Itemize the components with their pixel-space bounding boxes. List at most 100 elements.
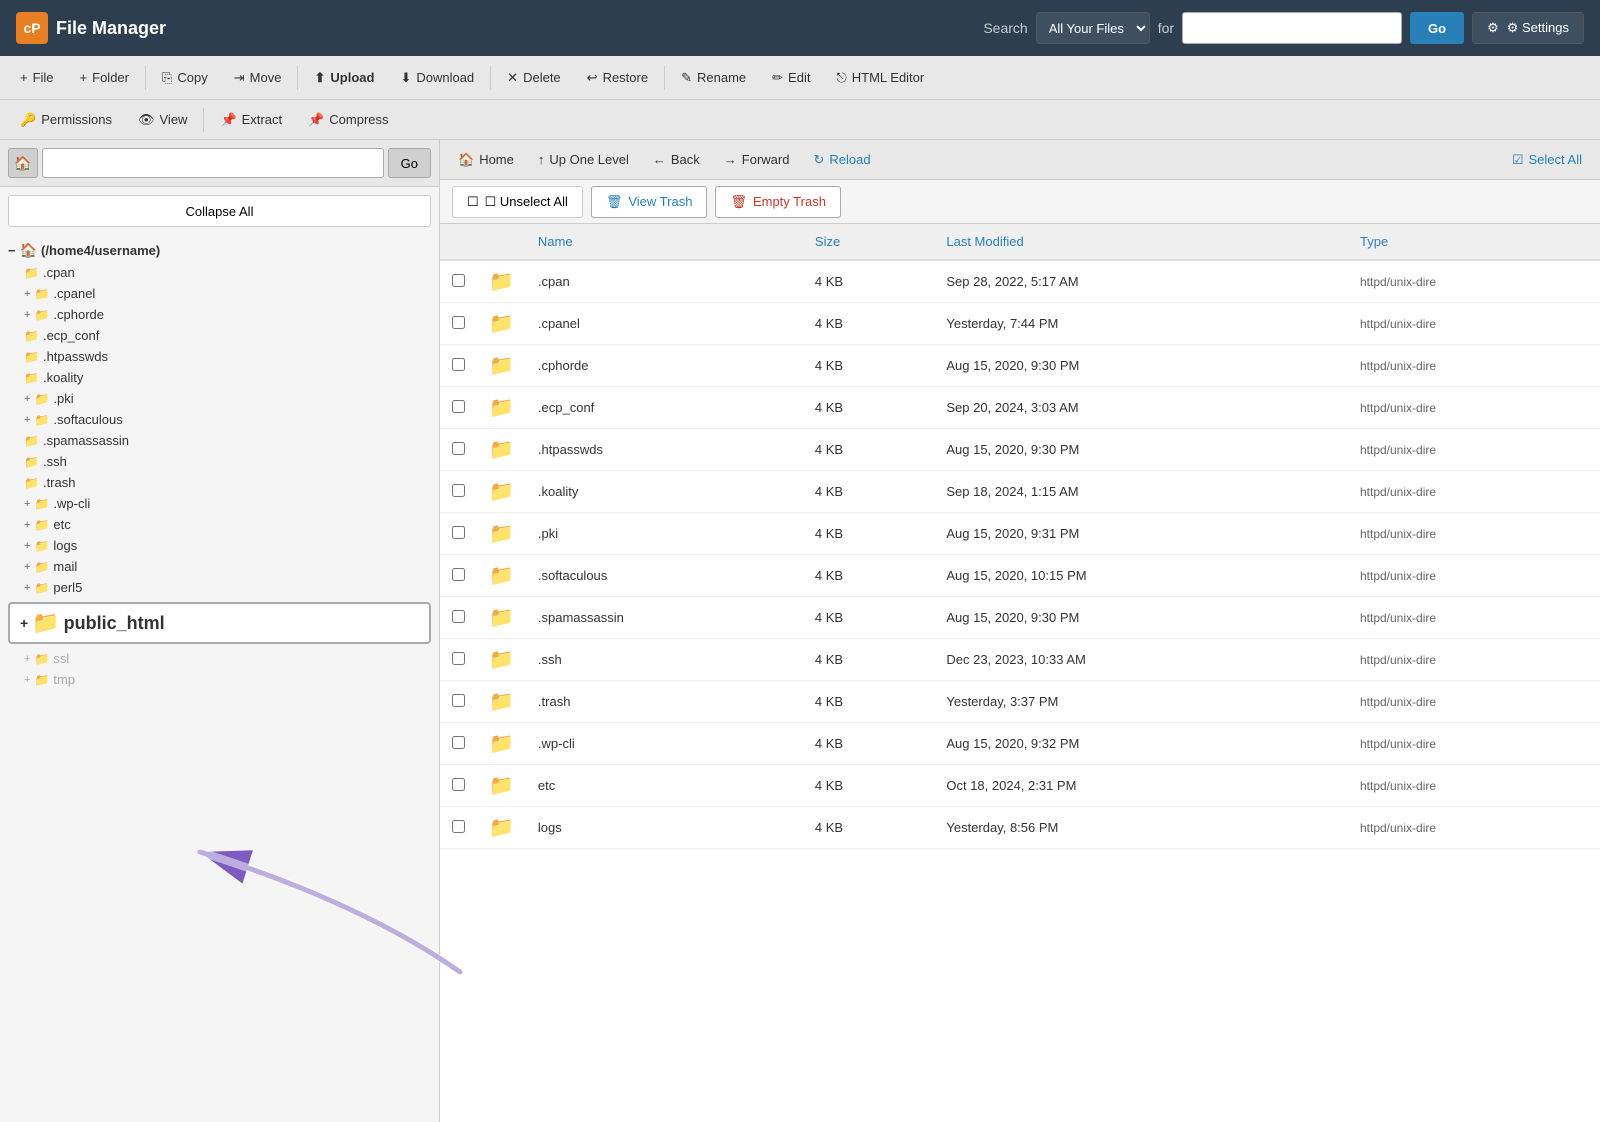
row-checkbox[interactable] [452, 736, 465, 749]
row-checkbox-cell[interactable] [440, 765, 477, 807]
row-name[interactable]: .trash [526, 681, 803, 723]
tree-item-cphorde[interactable]: + 📁 .cphorde [0, 304, 439, 325]
collapse-all-button[interactable]: Collapse All [8, 195, 431, 227]
row-checkbox-cell[interactable] [440, 260, 477, 303]
row-checkbox[interactable] [452, 820, 465, 833]
settings-button[interactable]: ⚙ ⚙ Settings [1472, 12, 1584, 44]
row-name[interactable]: .koality [526, 471, 803, 513]
home-button[interactable]: 🏠 Home [448, 145, 524, 175]
search-input[interactable] [1182, 12, 1402, 44]
row-checkbox-cell[interactable] [440, 639, 477, 681]
tree-item-trash[interactable]: 📁 .trash [0, 472, 439, 493]
view-trash-button[interactable]: 🗑 View Trash [591, 186, 708, 218]
search-go-button[interactable]: Go [1410, 12, 1464, 44]
row-checkbox-cell[interactable] [440, 471, 477, 513]
row-checkbox-cell[interactable] [440, 681, 477, 723]
rename-button[interactable]: ✎ Rename [669, 61, 758, 95]
row-checkbox[interactable] [452, 610, 465, 623]
view-button[interactable]: 👁 View [126, 103, 199, 137]
restore-button[interactable]: ↩ Restore [575, 61, 660, 95]
extract-button[interactable]: 📌 Extract [208, 103, 294, 137]
tree-item-spamassassin[interactable]: 📁 .spamassassin [0, 430, 439, 451]
table-row[interactable]: 📁 .koality 4 KB Sep 18, 2024, 1:15 AM ht… [440, 471, 1600, 513]
table-row[interactable]: 📁 .spamassassin 4 KB Aug 15, 2020, 9:30 … [440, 597, 1600, 639]
upload-button[interactable]: ⬆ Upload [302, 61, 386, 95]
row-checkbox[interactable] [452, 274, 465, 287]
reload-button[interactable]: ↻ Reload [803, 145, 880, 175]
row-checkbox[interactable] [452, 358, 465, 371]
html-editor-button[interactable]: ⎋ HTML Editor [824, 61, 936, 95]
forward-button[interactable]: → Forward [714, 145, 800, 175]
row-name[interactable]: .wp-cli [526, 723, 803, 765]
search-scope-select[interactable]: All Your Files [1036, 12, 1150, 44]
row-checkbox[interactable] [452, 778, 465, 791]
table-row[interactable]: 📁 .trash 4 KB Yesterday, 3:37 PM httpd/u… [440, 681, 1600, 723]
table-row[interactable]: 📁 .cpanel 4 KB Yesterday, 7:44 PM httpd/… [440, 303, 1600, 345]
row-name[interactable]: .spamassassin [526, 597, 803, 639]
col-size[interactable]: Size [803, 224, 934, 260]
row-name[interactable]: .softaculous [526, 555, 803, 597]
tree-item-tmp[interactable]: + 📁 tmp [0, 669, 439, 690]
col-name[interactable]: Name [526, 224, 803, 260]
row-checkbox[interactable] [452, 400, 465, 413]
table-row[interactable]: 📁 etc 4 KB Oct 18, 2024, 2:31 PM httpd/u… [440, 765, 1600, 807]
select-all-button[interactable]: ☑ Select All [1502, 145, 1592, 175]
tree-item-root[interactable]: − 🏠 (/home4/username) [0, 239, 439, 262]
row-checkbox-cell[interactable] [440, 429, 477, 471]
table-row[interactable]: 📁 .ecp_conf 4 KB Sep 20, 2024, 3:03 AM h… [440, 387, 1600, 429]
sidebar-home-button[interactable]: 🏠 [8, 148, 38, 178]
row-checkbox-cell[interactable] [440, 723, 477, 765]
row-name[interactable]: .ssh [526, 639, 803, 681]
tree-item-cpan[interactable]: 📁 .cpan [0, 262, 439, 283]
table-row[interactable]: 📁 logs 4 KB Yesterday, 8:56 PM httpd/uni… [440, 807, 1600, 849]
tree-item-wpcli[interactable]: + 📁 .wp-cli [0, 493, 439, 514]
tree-item-ecp-conf[interactable]: 📁 .ecp_conf [0, 325, 439, 346]
permissions-button[interactable]: 🔑 Permissions [8, 103, 124, 137]
tree-item-softaculous[interactable]: + 📁 .softaculous [0, 409, 439, 430]
row-checkbox[interactable] [452, 484, 465, 497]
row-checkbox[interactable] [452, 694, 465, 707]
back-button[interactable]: ← Back [643, 145, 710, 175]
table-row[interactable]: 📁 .cphorde 4 KB Aug 15, 2020, 9:30 PM ht… [440, 345, 1600, 387]
tree-item-public-html[interactable]: + 📁 public_html [8, 602, 431, 644]
delete-button[interactable]: ✕ Delete [495, 61, 572, 95]
row-checkbox[interactable] [452, 526, 465, 539]
up-one-level-button[interactable]: ↑ Up One Level [528, 145, 639, 175]
tree-item-ssl[interactable]: + 📁 ssl [0, 648, 439, 669]
new-file-button[interactable]: + File [8, 61, 66, 95]
sidebar-path-input[interactable] [42, 148, 384, 178]
row-name[interactable]: .pki [526, 513, 803, 555]
new-folder-button[interactable]: + Folder [68, 61, 141, 95]
empty-trash-button[interactable]: 🗑 Empty Trash [715, 186, 840, 218]
unselect-all-button[interactable]: ☐ ☐ Unselect All [452, 186, 583, 218]
row-checkbox-cell[interactable] [440, 807, 477, 849]
row-checkbox[interactable] [452, 316, 465, 329]
tree-item-logs[interactable]: + 📁 logs [0, 535, 439, 556]
copy-button[interactable]: ⎘ Copy [150, 61, 220, 95]
row-checkbox-cell[interactable] [440, 345, 477, 387]
row-checkbox-cell[interactable] [440, 555, 477, 597]
row-name[interactable]: etc [526, 765, 803, 807]
row-checkbox[interactable] [452, 568, 465, 581]
table-row[interactable]: 📁 .cpan 4 KB Sep 28, 2022, 5:17 AM httpd… [440, 260, 1600, 303]
tree-item-koality[interactable]: 📁 .koality [0, 367, 439, 388]
edit-button[interactable]: ✏ Edit [760, 61, 822, 95]
row-name[interactable]: .cpanel [526, 303, 803, 345]
tree-item-pki[interactable]: + 📁 .pki [0, 388, 439, 409]
table-row[interactable]: 📁 .htpasswds 4 KB Aug 15, 2020, 9:30 PM … [440, 429, 1600, 471]
tree-item-etc[interactable]: + 📁 etc [0, 514, 439, 535]
table-row[interactable]: 📁 .softaculous 4 KB Aug 15, 2020, 10:15 … [440, 555, 1600, 597]
table-row[interactable]: 📁 .pki 4 KB Aug 15, 2020, 9:31 PM httpd/… [440, 513, 1600, 555]
row-name[interactable]: .htpasswds [526, 429, 803, 471]
col-modified[interactable]: Last Modified [934, 224, 1348, 260]
row-checkbox[interactable] [452, 442, 465, 455]
row-name[interactable]: .cpan [526, 260, 803, 303]
row-checkbox-cell[interactable] [440, 513, 477, 555]
tree-item-cpanel[interactable]: + 📁 .cpanel [0, 283, 439, 304]
compress-button[interactable]: 📌 Compress [296, 103, 400, 137]
row-checkbox-cell[interactable] [440, 597, 477, 639]
tree-item-ssh[interactable]: 📁 .ssh [0, 451, 439, 472]
move-button[interactable]: ⇥ Move [222, 61, 294, 95]
col-type[interactable]: Type [1348, 224, 1600, 260]
table-row[interactable]: 📁 .wp-cli 4 KB Aug 15, 2020, 9:32 PM htt… [440, 723, 1600, 765]
